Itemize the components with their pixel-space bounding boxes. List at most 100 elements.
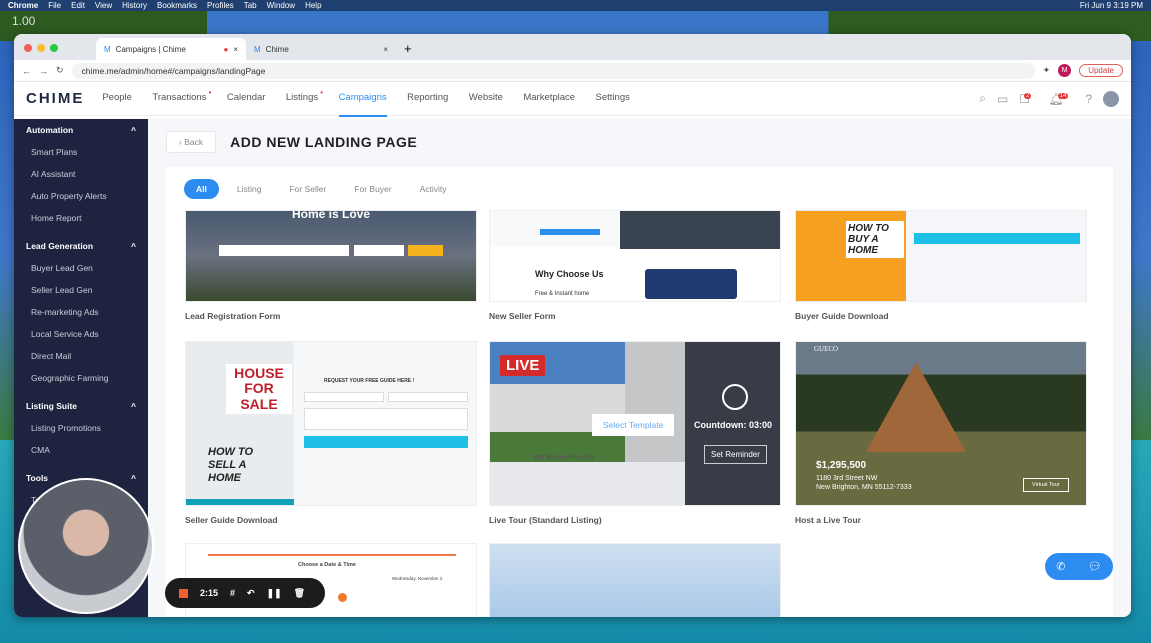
nav-calendar[interactable]: Calendar bbox=[227, 81, 266, 115]
update-button[interactable]: Update bbox=[1079, 64, 1123, 77]
set-reminder-button[interactable]: Set Reminder bbox=[704, 445, 767, 464]
nav-people[interactable]: People bbox=[102, 81, 132, 115]
browser-tab-campaigns[interactable]: M Campaigns | Chime ● × bbox=[96, 38, 246, 60]
countdown: Countdown: 03:00 bbox=[694, 420, 772, 430]
menu-help[interactable]: Help bbox=[305, 1, 321, 10]
nav-website[interactable]: Website bbox=[469, 81, 503, 115]
phone-icon[interactable]: ✆ bbox=[1056, 560, 1065, 573]
template-card[interactable] bbox=[489, 543, 781, 617]
menu-history[interactable]: History bbox=[122, 1, 147, 10]
template-thumbnail[interactable]: LIVE 826 Marino Pines RD Countdown: 03:0… bbox=[489, 341, 781, 506]
menu-bookmarks[interactable]: Bookmarks bbox=[157, 1, 197, 10]
menu-file[interactable]: File bbox=[48, 1, 61, 10]
sidebar-item[interactable]: Seller Lead Gen bbox=[14, 279, 148, 301]
clock-icon bbox=[722, 384, 748, 410]
new-tab-button[interactable]: + bbox=[396, 41, 420, 60]
template-thumbnail[interactable]: HOUSE FOR SALE HOW TO SELL A HOME REQUES… bbox=[185, 341, 477, 506]
nav-transactions[interactable]: Transactions • bbox=[152, 81, 211, 115]
template-thumbnail[interactable] bbox=[489, 543, 781, 617]
menu-window[interactable]: Window bbox=[267, 1, 295, 10]
back-button[interactable]: ‹ Back bbox=[166, 131, 217, 153]
sidebar-item[interactable]: AI Assistant bbox=[14, 163, 148, 185]
favicon-icon: M bbox=[254, 44, 261, 54]
url-input[interactable]: chime.me/admin/home#/campaigns/landingPa… bbox=[71, 62, 1035, 79]
maximize-button[interactable] bbox=[50, 44, 58, 52]
tab-bar: M Campaigns | Chime ● × M Chime × + bbox=[14, 34, 1131, 60]
nav-reporting[interactable]: Reporting bbox=[407, 81, 448, 115]
back-arrow-icon[interactable]: ← bbox=[22, 66, 31, 76]
nav-listings[interactable]: Listings • bbox=[286, 81, 323, 115]
nav-settings[interactable]: Settings bbox=[596, 81, 630, 115]
template-card-hovered[interactable]: LIVE 826 Marino Pines RD Countdown: 03:0… bbox=[489, 341, 781, 525]
undo-icon[interactable]: ↶ bbox=[247, 588, 255, 599]
menu-view[interactable]: View bbox=[95, 1, 112, 10]
sidebar-item[interactable]: Listing Promotions bbox=[14, 417, 148, 439]
tasks-icon[interactable]: ☐2 bbox=[1019, 92, 1037, 106]
filter-activity[interactable]: Activity bbox=[410, 180, 457, 198]
template-thumbnail[interactable]: GUECO $1,295,500 1180 3rd Street NW New … bbox=[795, 341, 1087, 506]
chevron-up-icon: ^ bbox=[131, 473, 136, 483]
extensions-icon[interactable]: ✦ bbox=[1043, 65, 1051, 76]
templates-panel: All Listing For Seller For Buyer Activit… bbox=[166, 167, 1113, 617]
menu-edit[interactable]: Edit bbox=[71, 1, 85, 10]
sidebar-section-header[interactable]: Automation ^ bbox=[14, 119, 148, 141]
menu-chrome[interactable]: Chrome bbox=[8, 1, 38, 10]
webcam-overlay bbox=[18, 478, 154, 614]
browser-window: M Campaigns | Chime ● × M Chime × + ← → ↻ chime… bbox=[14, 34, 1131, 617]
template-name: New Seller Form bbox=[489, 311, 556, 321]
menu-profiles[interactable]: Profiles bbox=[207, 1, 234, 10]
filter-for-buyer[interactable]: For Buyer bbox=[344, 180, 401, 198]
reload-icon[interactable]: ↻ bbox=[56, 65, 64, 76]
filter-for-seller[interactable]: For Seller bbox=[279, 180, 336, 198]
template-card[interactable]: GUECO $1,295,500 1180 3rd Street NW New … bbox=[795, 341, 1087, 525]
page-title: ADD NEW LANDING PAGE bbox=[230, 134, 418, 150]
sidebar-item[interactable]: Local Service Ads bbox=[14, 323, 148, 345]
sidebar-item[interactable]: Auto Property Alerts bbox=[14, 185, 148, 207]
help-icon[interactable]: ? bbox=[1085, 92, 1092, 106]
chat-icon[interactable]: 💬︎ bbox=[1088, 560, 1102, 573]
template-thumbnail[interactable]: HOW TO BUY A HOME bbox=[795, 210, 1087, 302]
close-tab-icon[interactable]: × bbox=[383, 45, 388, 54]
template-card[interactable]: Home is Love Lead Registration Form bbox=[185, 210, 477, 321]
bell-icon[interactable]: 🔔︎14 bbox=[1048, 92, 1074, 106]
forward-arrow-icon[interactable]: → bbox=[39, 66, 48, 76]
nav-marketplace[interactable]: Marketplace bbox=[523, 81, 575, 115]
inbox-icon[interactable]: ▭ bbox=[997, 92, 1008, 106]
sidebar-item[interactable]: Smart Plans bbox=[14, 141, 148, 163]
template-name: Live Tour (Standard Listing) bbox=[489, 515, 602, 525]
template-thumbnail[interactable]: Why Choose Us Free & Instant home bbox=[489, 210, 781, 302]
filter-listing[interactable]: Listing bbox=[227, 180, 272, 198]
sidebar-section-header[interactable]: Listing Suite ^ bbox=[14, 395, 148, 417]
stop-recording-button[interactable] bbox=[179, 588, 188, 598]
sidebar-item[interactable]: Direct Mail bbox=[14, 345, 148, 367]
search-icon[interactable]: ⌕ bbox=[979, 91, 986, 106]
menu-tab[interactable]: Tab bbox=[244, 1, 257, 10]
browser-tab-chime[interactable]: M Chime × bbox=[246, 38, 396, 60]
close-tab-icon[interactable]: × bbox=[233, 45, 238, 54]
trash-icon[interactable]: 🗑︎ bbox=[294, 588, 305, 599]
sidebar-item[interactable]: Home Report bbox=[14, 207, 148, 229]
template-card[interactable]: HOW TO BUY A HOME Buyer Guide Download bbox=[795, 210, 1087, 321]
filter-all[interactable]: All bbox=[184, 179, 219, 199]
profile-avatar[interactable]: M bbox=[1058, 64, 1072, 77]
minimize-button[interactable] bbox=[37, 44, 45, 52]
template-card[interactable]: HOUSE FOR SALE HOW TO SELL A HOME REQUES… bbox=[185, 341, 477, 525]
sidebar-item[interactable]: Geographic Farming bbox=[14, 367, 148, 389]
sidebar-section-header[interactable]: Lead Generation ^ bbox=[14, 235, 148, 257]
template-thumbnail[interactable]: Home is Love bbox=[185, 210, 477, 302]
sidebar-item[interactable]: Re-marketing Ads bbox=[14, 301, 148, 323]
sidebar-item[interactable]: Buyer Lead Gen bbox=[14, 257, 148, 279]
template-name: Host a Live Tour bbox=[795, 515, 861, 525]
grid-icon[interactable]: # bbox=[230, 588, 235, 598]
sidebar-item[interactable]: CMA bbox=[14, 439, 148, 461]
template-card[interactable]: Why Choose Us Free & Instant home New Se… bbox=[489, 210, 781, 321]
window-controls bbox=[24, 44, 58, 52]
user-avatar[interactable] bbox=[1103, 90, 1119, 107]
recording-toolbar: 2:15 # ↶ ❚❚ 🗑︎ bbox=[165, 578, 325, 608]
select-template-button[interactable]: Select Template bbox=[592, 414, 675, 436]
pause-icon[interactable]: ❚❚ bbox=[267, 588, 282, 599]
close-window-button[interactable] bbox=[24, 44, 32, 52]
chevron-up-icon: ^ bbox=[131, 125, 136, 135]
nav-campaigns[interactable]: Campaigns bbox=[338, 81, 387, 117]
chime-logo[interactable]: CHIME bbox=[26, 90, 84, 107]
